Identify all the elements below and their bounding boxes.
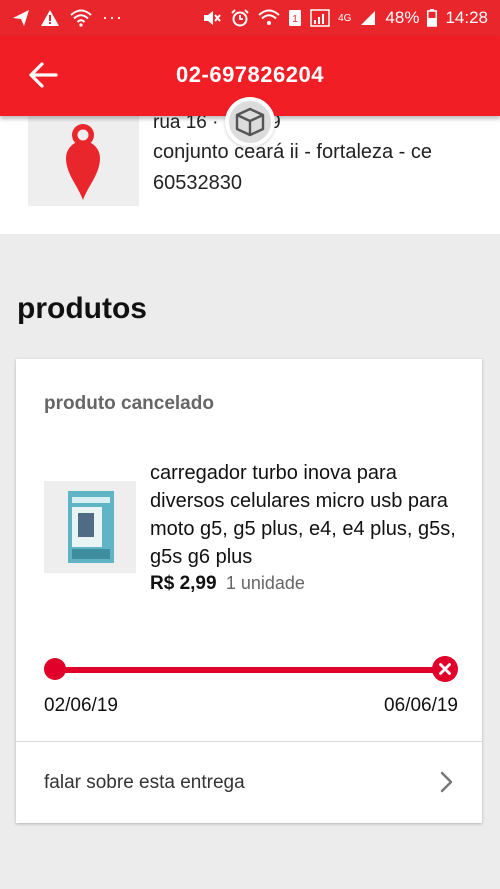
- products-heading: produtos: [17, 292, 147, 325]
- clock-time: 14:28: [445, 8, 488, 27]
- order-number-title: 02-697826204: [176, 62, 324, 87]
- product-price: R$ 2,99: [150, 573, 217, 594]
- sim-1-icon: 1: [289, 10, 302, 26]
- status-bar: ··· 1 4G 48% 14:28: [0, 0, 500, 36]
- delivery-progress-track: [55, 667, 447, 673]
- location-pin-box: [28, 116, 139, 206]
- status-bar-left: ···: [12, 7, 123, 28]
- warning-icon: [41, 9, 59, 26]
- alarm-icon: [231, 9, 249, 27]
- wifi-calling-icon: [258, 9, 280, 25]
- lte-icon: [361, 11, 376, 25]
- package-icon: [235, 107, 265, 137]
- address-zip: 60532830: [153, 172, 242, 194]
- talk-about-delivery-label: falar sobre esta entrega: [44, 772, 245, 793]
- product-thumbnail[interactable]: [44, 481, 136, 573]
- status-dots: ···: [102, 7, 123, 27]
- price-row: R$ 2,99 1 unidade: [150, 573, 305, 595]
- talk-about-delivery-button[interactable]: falar sobre esta entrega: [16, 742, 482, 823]
- product-card: produto cancelado carregador turbo inova…: [16, 359, 482, 823]
- status-bar-right: 1 4G 48% 14:28: [202, 8, 488, 28]
- battery-level: 48%: [385, 8, 420, 27]
- address-city: conjunto ceará ii - fortaleza - ce: [153, 141, 433, 163]
- chevron-right-icon: [440, 771, 453, 793]
- package-badge-inner: [229, 101, 271, 143]
- signal-icon: [310, 9, 330, 27]
- svg-text:1: 1: [292, 14, 298, 25]
- product-description: carregador turbo inova para diversos cel…: [150, 462, 456, 568]
- cancelled-x-icon: [432, 656, 458, 682]
- location-pin-icon: [66, 124, 100, 200]
- product-status: produto cancelado: [44, 393, 214, 414]
- battery-icon: [427, 9, 438, 27]
- end-date: 06/06/19: [384, 695, 458, 716]
- start-date: 02/06/19: [44, 695, 118, 716]
- wifi-icon: [70, 9, 92, 27]
- send-icon: [13, 9, 29, 26]
- charger-image: [68, 491, 114, 563]
- network-type: 4G: [338, 12, 352, 24]
- progress-start-dot: [44, 658, 66, 680]
- mute-icon: [204, 11, 221, 25]
- package-badge: [225, 97, 275, 147]
- product-quantity: 1 unidade: [225, 573, 305, 593]
